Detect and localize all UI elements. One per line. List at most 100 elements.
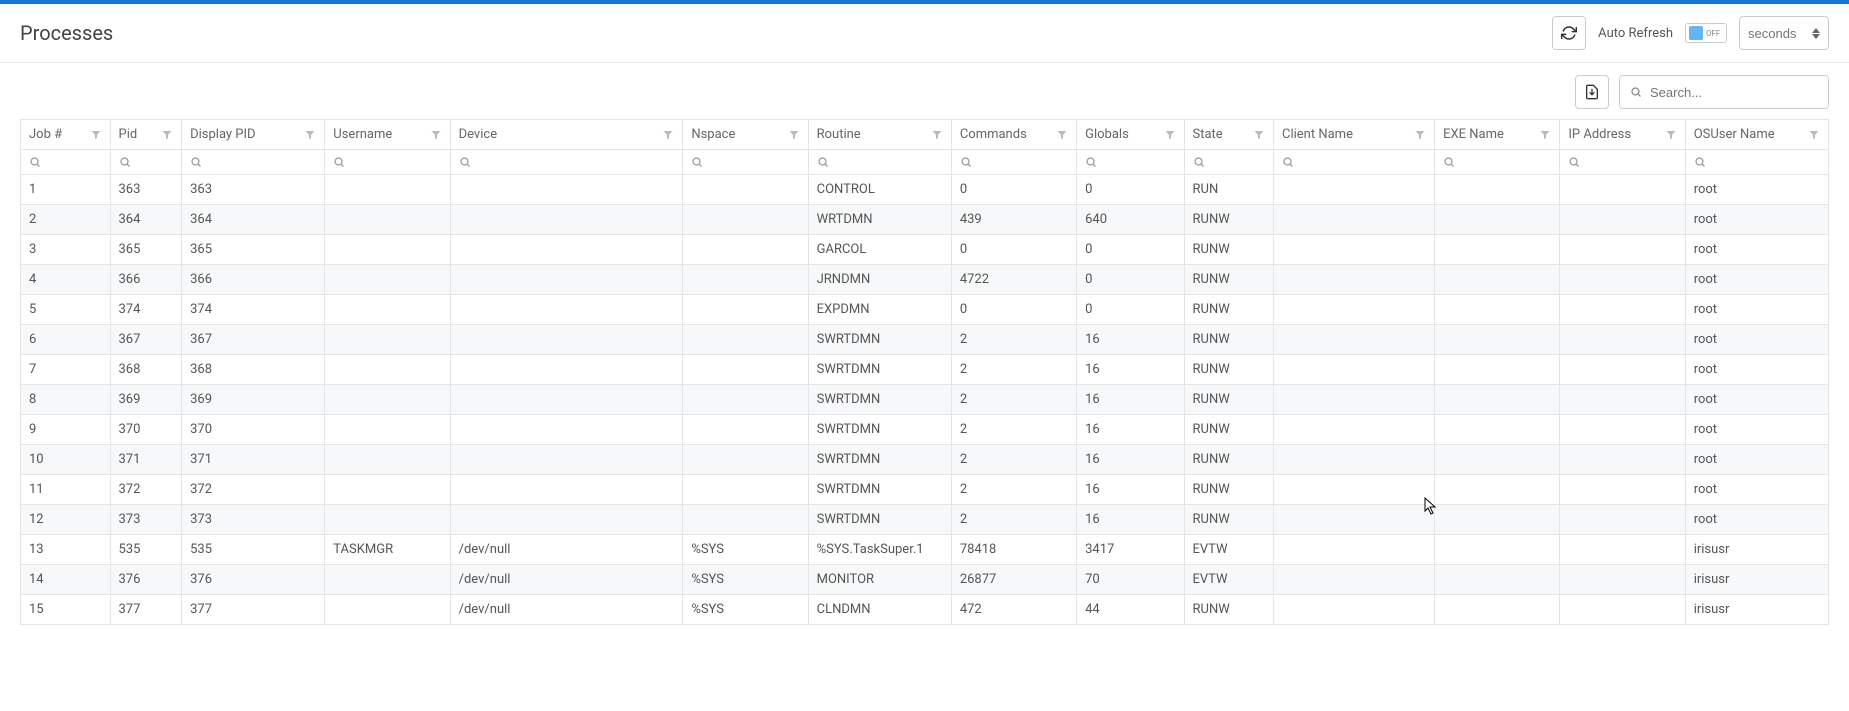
export-button[interactable] [1575, 75, 1609, 109]
funnel-icon[interactable] [1253, 129, 1265, 141]
autorefresh-toggle[interactable]: OFF [1685, 23, 1727, 43]
table-row[interactable]: 11372372SWRTDMN216RUNWroot [21, 475, 1829, 505]
cell-dpid: 374 [182, 295, 325, 325]
cell-dpid: 371 [182, 445, 325, 475]
table-row[interactable]: 4366366JRNDMN47220RUNWroot [21, 265, 1829, 295]
table-row[interactable]: 7368368SWRTDMN216RUNWroot [21, 355, 1829, 385]
cell-state: RUNW [1184, 385, 1274, 415]
column-label: State [1193, 127, 1223, 142]
column-filter-cell[interactable] [951, 150, 1076, 175]
column-filter-cell[interactable] [1077, 150, 1184, 175]
cell-pid: 372 [110, 475, 182, 505]
funnel-icon[interactable] [1808, 129, 1820, 141]
funnel-icon[interactable] [662, 129, 674, 141]
column-filter-cell[interactable] [1184, 150, 1274, 175]
column-header[interactable]: EXE Name [1435, 120, 1560, 150]
cell-globals: 3417 [1077, 535, 1184, 565]
cell-routine: WRTDMN [808, 205, 951, 235]
table-row[interactable]: 13535535TASKMGR/dev/null%SYS%SYS.TaskSup… [21, 535, 1829, 565]
column-header[interactable]: IP Address [1560, 120, 1685, 150]
funnel-icon[interactable] [304, 129, 316, 141]
column-header[interactable]: Device [450, 120, 683, 150]
cell-osuser: root [1685, 475, 1828, 505]
column-header[interactable]: Display PID [182, 120, 325, 150]
funnel-icon[interactable] [1539, 129, 1551, 141]
cell-osuser: root [1685, 295, 1828, 325]
cell-user [325, 265, 450, 295]
cell-pid: 370 [110, 415, 182, 445]
cell-cmds: 0 [951, 175, 1076, 205]
column-filter-cell[interactable] [110, 150, 182, 175]
column-filter-cell[interactable] [325, 150, 450, 175]
table-row[interactable]: 5374374EXPDMN00RUNWroot [21, 295, 1829, 325]
cell-client [1274, 385, 1435, 415]
column-header[interactable]: OSUser Name [1685, 120, 1828, 150]
table-row[interactable]: 9370370SWRTDMN216RUNWroot [21, 415, 1829, 445]
funnel-icon[interactable] [90, 129, 102, 141]
cell-routine: SWRTDMN [808, 445, 951, 475]
column-filter-cell[interactable] [1685, 150, 1828, 175]
cell-dpid: 364 [182, 205, 325, 235]
table-row[interactable]: 3365365GARCOL00RUNWroot [21, 235, 1829, 265]
cell-dpid: 366 [182, 265, 325, 295]
cell-ns [683, 235, 808, 265]
table-row[interactable]: 2364364WRTDMN439640RUNWroot [21, 205, 1829, 235]
column-header[interactable]: Pid [110, 120, 182, 150]
funnel-icon[interactable] [1164, 129, 1176, 141]
funnel-icon[interactable] [430, 129, 442, 141]
funnel-icon[interactable] [931, 129, 943, 141]
cell-osuser: root [1685, 265, 1828, 295]
column-filter-cell[interactable] [182, 150, 325, 175]
cell-ns [683, 415, 808, 445]
column-filter-cell[interactable] [1560, 150, 1685, 175]
column-filter-cell[interactable] [1435, 150, 1560, 175]
cell-globals: 0 [1077, 175, 1184, 205]
cell-state: RUNW [1184, 475, 1274, 505]
cell-job: 1 [21, 175, 111, 205]
seconds-input[interactable] [1748, 26, 1804, 41]
column-filter-cell[interactable] [808, 150, 951, 175]
cell-ip [1560, 595, 1685, 625]
seconds-field-wrap [1739, 16, 1829, 50]
column-filter-cell[interactable] [450, 150, 683, 175]
cell-ip [1560, 325, 1685, 355]
cell-exe [1435, 595, 1560, 625]
stepper-up-icon[interactable] [1812, 28, 1820, 33]
stepper-down-icon[interactable] [1812, 34, 1820, 39]
table-row[interactable]: 14376376/dev/null%SYSMONITOR2687770EVTWi… [21, 565, 1829, 595]
column-header[interactable]: State [1184, 120, 1274, 150]
search-icon [1630, 86, 1642, 98]
column-header[interactable]: Globals [1077, 120, 1184, 150]
search-input[interactable] [1650, 85, 1818, 100]
column-label: Job # [29, 127, 62, 142]
table-row[interactable]: 6367367SWRTDMN216RUNWroot [21, 325, 1829, 355]
column-filter-cell[interactable] [1274, 150, 1435, 175]
cell-globals: 640 [1077, 205, 1184, 235]
cell-state: RUNW [1184, 235, 1274, 265]
column-label: OSUser Name [1694, 127, 1775, 142]
funnel-icon[interactable] [161, 129, 173, 141]
cell-ip [1560, 535, 1685, 565]
column-header[interactable]: Nspace [683, 120, 808, 150]
table-row[interactable]: 12373373SWRTDMN216RUNWroot [21, 505, 1829, 535]
column-header[interactable]: Routine [808, 120, 951, 150]
table-row[interactable]: 1363363CONTROL00RUNroot [21, 175, 1829, 205]
cell-pid: 364 [110, 205, 182, 235]
column-filter-cell[interactable] [21, 150, 111, 175]
funnel-icon[interactable] [1056, 129, 1068, 141]
table-row[interactable]: 15377377/dev/null%SYSCLNDMN47244RUNWiris… [21, 595, 1829, 625]
cell-job: 4 [21, 265, 111, 295]
funnel-icon[interactable] [1665, 129, 1677, 141]
cell-ns [683, 175, 808, 205]
table-row[interactable]: 10371371SWRTDMN216RUNWroot [21, 445, 1829, 475]
column-header[interactable]: Job # [21, 120, 111, 150]
column-header[interactable]: Commands [951, 120, 1076, 150]
funnel-icon[interactable] [788, 129, 800, 141]
refresh-button[interactable] [1552, 16, 1586, 50]
column-header[interactable]: Client Name [1274, 120, 1435, 150]
column-header[interactable]: Username [325, 120, 450, 150]
funnel-icon[interactable] [1414, 129, 1426, 141]
column-filter-cell[interactable] [683, 150, 808, 175]
cell-device [450, 355, 683, 385]
table-row[interactable]: 8369369SWRTDMN216RUNWroot [21, 385, 1829, 415]
